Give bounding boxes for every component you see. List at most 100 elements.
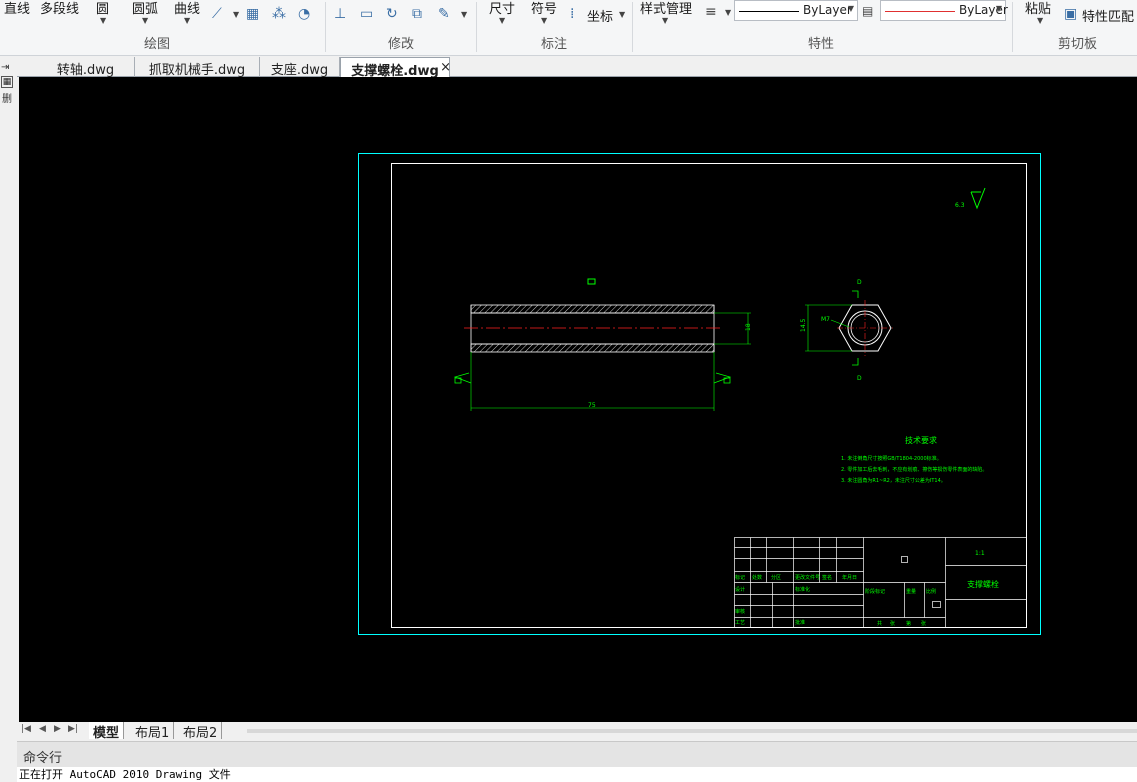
drawing-canvas[interactable]: 6.3 18 75 14.5 M7 D D 技术要求 1. 未注倒角尺寸按照GB… [19, 77, 1137, 722]
file-tab[interactable]: 抓取机械手.dwg [135, 57, 260, 78]
tb-cell: 签名 [822, 574, 832, 581]
coordinate-dropdown-icon[interactable]: ▼ [619, 10, 625, 19]
tech-title: 技术要求 [905, 435, 937, 445]
circle-tool-button[interactable]: 圆 [96, 0, 109, 17]
command-panel: 命令行 [17, 741, 1137, 767]
layout-tab-label: 布局1 [135, 726, 170, 741]
tb-cell: 标准化 [795, 586, 810, 593]
dim-hole: M7 [821, 316, 830, 323]
coordinate-tool-button[interactable]: 坐标 [587, 6, 613, 25]
palette-pin-icon[interactable]: ⇥ [1, 62, 9, 73]
copy-icon[interactable]: ▭ [360, 6, 373, 22]
color-combo[interactable]: ByLayer ▼ [880, 0, 1008, 21]
edit-icon[interactable]: ✎ [438, 6, 450, 22]
tech-note: 1. 未注倒角尺寸按照GB/T1804-2000标准。 [841, 455, 942, 462]
match-properties-icon[interactable]: ▣ [1064, 6, 1077, 22]
modify-dropdown-icon[interactable]: ▼ [461, 10, 467, 19]
linetype-combo[interactable]: ByLayer ▼ [734, 0, 858, 21]
line-dropdown-icon[interactable]: ▼ [233, 10, 239, 19]
hatch-icon[interactable]: ⁂ [272, 6, 286, 22]
prev-layout-icon[interactable]: ◀ [39, 724, 46, 734]
arc-dropdown-icon[interactable]: ▼ [142, 16, 148, 25]
tb-cell: 第 [906, 620, 911, 627]
palette-grid-icon[interactable]: ▦ [1, 76, 13, 88]
section-label-box [587, 278, 596, 285]
rotate-icon[interactable]: ↻ [386, 6, 398, 22]
array-icon[interactable]: ⧉ [412, 6, 422, 22]
tb-cell: 审核 [735, 608, 745, 615]
lineweight-icon[interactable]: ▤ [862, 3, 873, 19]
layout-tab-1[interactable]: 布局1 [131, 722, 175, 741]
dim-hex: 14.5 [800, 318, 807, 332]
drawing-frame [391, 163, 1027, 628]
tb-cell: 设计 [735, 586, 745, 593]
symbol-dropdown-icon[interactable]: ▼ [541, 16, 547, 25]
polyline-tool-button[interactable]: 多段线 [40, 0, 79, 17]
style-manager-button[interactable]: 样式管理 [640, 0, 692, 17]
linetype-icon[interactable]: ≡ [705, 4, 717, 20]
next-layout-icon[interactable]: ▶ [54, 724, 61, 734]
linetype-value: ByLayer [803, 3, 852, 17]
roughness-symbol: 6.3 [955, 187, 986, 210]
close-tab-icon[interactable]: × [440, 60, 451, 75]
horizontal-scrollbar[interactable] [247, 729, 1137, 733]
arc-tool-button[interactable]: 圆弧 [132, 0, 158, 17]
dimension-dropdown-icon[interactable]: ▼ [499, 16, 505, 25]
style-dropdown-icon[interactable]: ▼ [662, 16, 668, 25]
tb-cell: 批准 [795, 619, 805, 626]
linetype-menu-icon[interactable]: ▼ [725, 8, 731, 17]
layout-tab-bar: |◀ ◀ ▶ ▶| 模型 布局1 布局2 [17, 722, 1137, 741]
drawing-sheet: 6.3 18 75 14.5 M7 D D 技术要求 1. 未注倒角尺寸按照GB… [358, 153, 1041, 635]
layout-tab-model[interactable]: 模型 [89, 722, 125, 741]
file-tab-label: 支座.dwg [270, 63, 329, 78]
ribbon-separator [476, 2, 477, 52]
linetype-preview [739, 11, 799, 12]
dimension-tool-button[interactable]: 尺寸 [489, 0, 515, 17]
paste-dropdown-icon[interactable]: ▼ [1037, 16, 1043, 25]
title-block-text: 标记 处数 分区 更改文件号 签名 年月日 设计 标准化 阶段标记 重量 比例 … [735, 550, 999, 627]
tb-cell: 工艺 [735, 620, 745, 626]
file-tab[interactable]: 支座.dwg [260, 57, 340, 78]
region-icon[interactable]: ◔ [298, 6, 310, 22]
first-layout-icon[interactable]: |◀ [21, 724, 31, 734]
tb-cell: 张 [921, 620, 926, 627]
curve-tool-button[interactable]: 曲线 [174, 0, 200, 17]
tb-cell: 分区 [771, 574, 781, 581]
dim-length: 75 [588, 402, 596, 409]
tb-cell: 处数 [752, 574, 762, 581]
line-segment-icon[interactable]: ⟋ [212, 6, 222, 22]
ribbon-separator [325, 2, 326, 52]
last-layout-icon[interactable]: ▶| [68, 724, 78, 734]
file-tab-bar: 转轴.dwg 抓取机械手.dwg 支座.dwg 支撑螺栓.dwg × [17, 56, 1137, 79]
tb-cell: 共 [877, 620, 882, 627]
properties-group-label: 特性 [808, 37, 835, 52]
annotate-group-label: 标注 [541, 37, 568, 52]
coordinate-icon[interactable]: ⁞ [570, 6, 574, 22]
layout-tab-label: 模型 [93, 726, 120, 741]
side-palette-strip: ⇥ ▦ 删 [0, 56, 17, 782]
tech-note: 3. 未注圆角为R1~R2，未注尺寸公差为IT14。 [841, 477, 946, 484]
rectangle-icon[interactable]: ▦ [246, 6, 259, 22]
dim-diameter: 18 [745, 323, 752, 331]
color-dropdown-icon[interactable]: ▼ [996, 4, 1002, 13]
command-output[interactable]: 正在打开 AutoCAD 2010 Drawing 文件 [17, 767, 1137, 782]
linetype-dropdown-icon[interactable]: ▼ [848, 4, 854, 13]
modify-group-label: 修改 [388, 37, 415, 52]
section-mark-bottom: D [857, 375, 862, 382]
bolt-front-view: 18 75 [453, 304, 752, 411]
palette-label: 删 [2, 94, 12, 105]
stretch-icon[interactable]: ⊥ [334, 6, 346, 22]
circle-dropdown-icon[interactable]: ▼ [100, 16, 106, 25]
layout-tab-2[interactable]: 布局2 [179, 722, 223, 741]
file-tab[interactable]: 转轴.dwg [37, 57, 135, 78]
file-tab-active[interactable]: 支撑螺栓.dwg × [340, 57, 451, 79]
line-tool-button[interactable]: 直线 [4, 0, 30, 17]
layout-tab-label: 布局2 [183, 726, 218, 741]
sheet-border [358, 153, 1041, 635]
symbol-tool-button[interactable]: 符号 [531, 0, 557, 17]
paste-button[interactable]: 粘贴 [1025, 0, 1051, 17]
match-properties-button[interactable]: 特性匹配 [1082, 6, 1134, 25]
ribbon-separator [632, 2, 633, 52]
curve-dropdown-icon[interactable]: ▼ [184, 16, 190, 25]
ribbon: 直线 多段线 圆 ▼ 圆弧 ▼ 曲线 ▼ ⟋ ▼ ▦ ⁂ ◔ 绘图 ⊥ ▭ ↻ … [0, 0, 1137, 56]
